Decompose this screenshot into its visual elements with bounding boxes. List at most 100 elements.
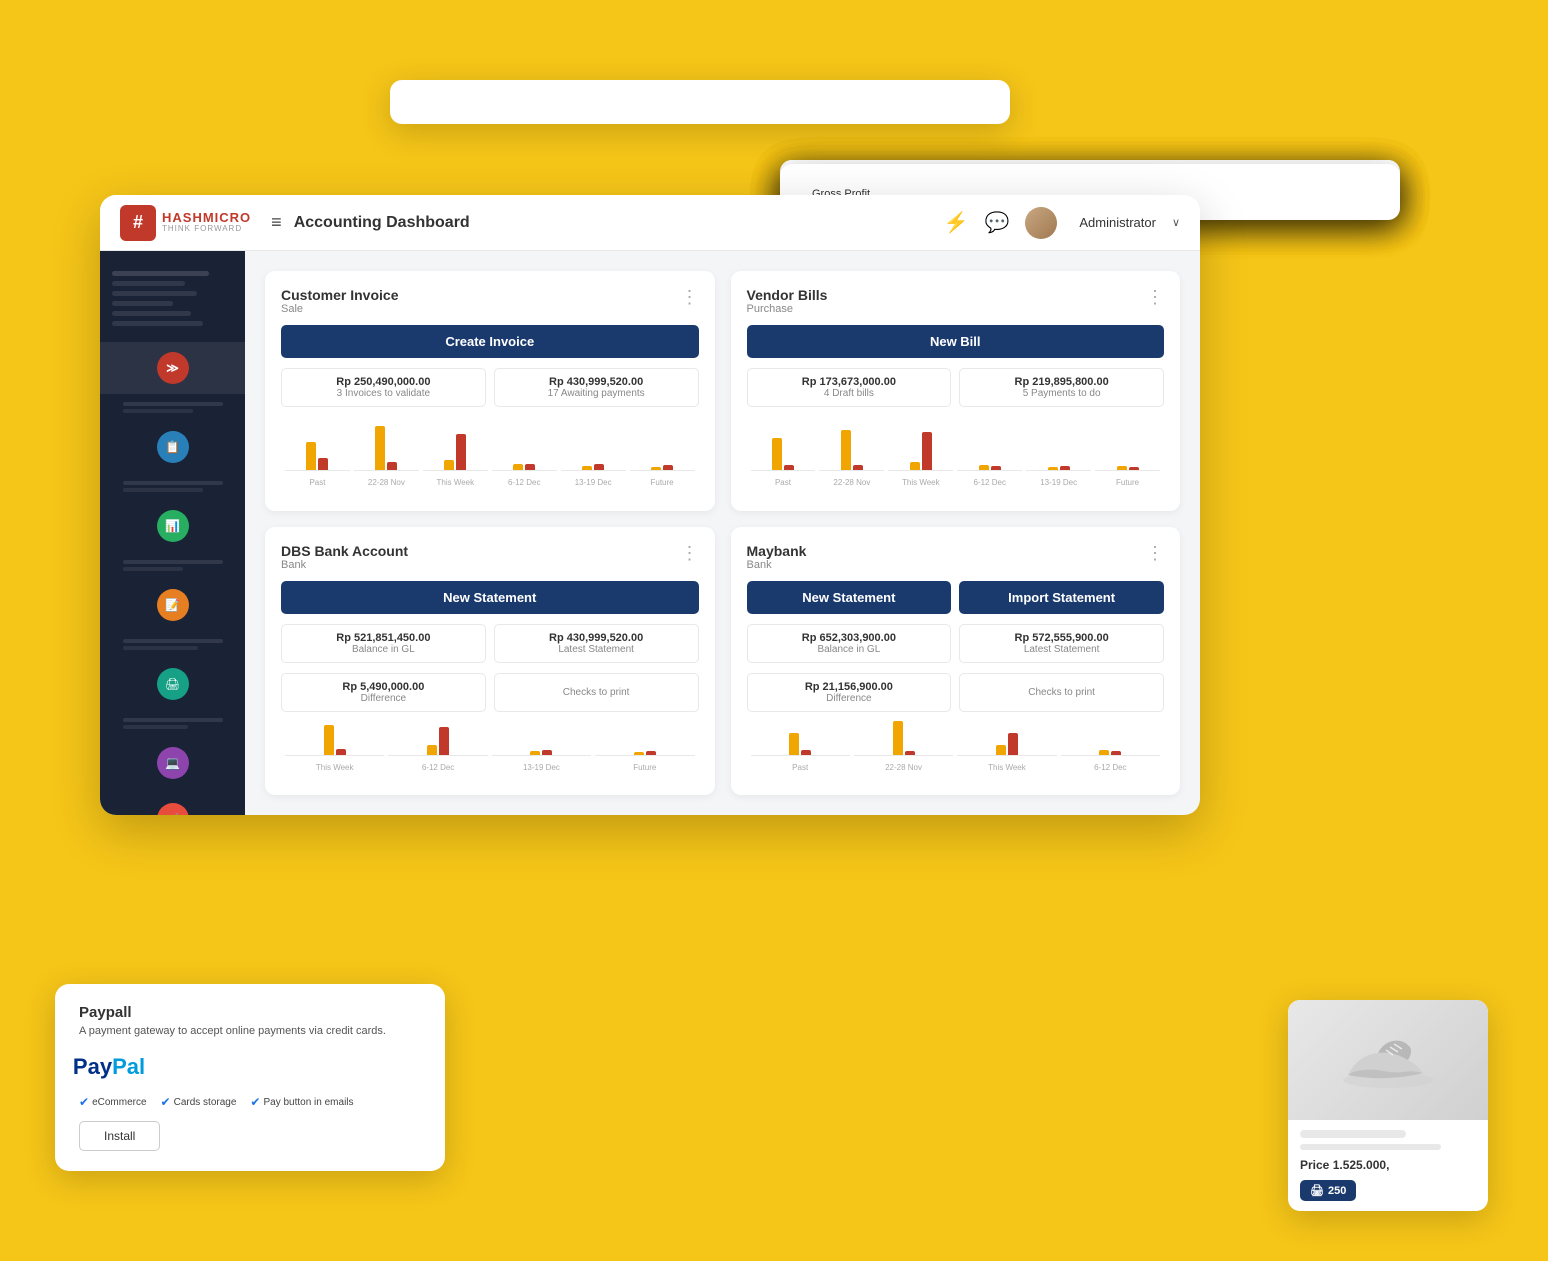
chart-divider-dec13	[561, 470, 626, 471]
menu-line-2	[112, 281, 185, 286]
product-details: Price 1.525.000, 🖨 250	[1288, 1120, 1488, 1211]
maybank-header: Maybank Bank ⋮	[747, 543, 1165, 571]
product-card: Price 1.525.000, 🖨 250	[1288, 1000, 1488, 1211]
payments-to-do-box: Rp 219,895,800.00 5 Payments to do	[959, 368, 1164, 407]
product-image	[1288, 1000, 1488, 1120]
paypal-logo-light: Pal	[112, 1054, 145, 1079]
dbs-stats-row2: Rp 5,490,000.00 Difference Checks to pri…	[281, 673, 699, 712]
maybank-import-statement-button[interactable]: Import Statement	[959, 581, 1164, 614]
dbs-bar-red-dec6	[439, 727, 449, 755]
maybank-menu[interactable]: ⋮	[1146, 543, 1164, 564]
maybank-checks-label: Checks to print	[970, 687, 1153, 698]
sidebar-item-reports[interactable]: 📊	[100, 500, 245, 552]
vendor-bills-header: Vendor Bills Purchase ⋮	[747, 287, 1165, 315]
chat-icon[interactable]: 💬	[984, 210, 1009, 235]
vb-bar-red-thisweek	[922, 432, 932, 470]
menu-icon[interactable]: ≡	[271, 212, 282, 233]
dbs-chart-group-dec13: 13-19 Dec	[492, 750, 591, 772]
sidebar-item-dashboard[interactable]: ≫	[100, 342, 245, 394]
vb-chart-divider-future	[1095, 470, 1160, 471]
check-icon-cards: ✔	[161, 1095, 171, 1109]
vb-chart-divider-nov	[819, 470, 884, 471]
mb-chart-group-nov: 22-28 Nov	[854, 721, 953, 772]
product-bar-2	[1300, 1144, 1441, 1150]
vb-chart-label-past: Past	[775, 478, 791, 487]
avatar[interactable]	[1025, 207, 1057, 239]
chart-group-nov: 22-28 Nov	[354, 426, 419, 487]
dbs-new-statement-button[interactable]: New Statement	[281, 581, 699, 614]
sidebar-item-settings[interactable]: 💻	[100, 737, 245, 789]
dbs-chart-group-thisweek: This Week	[285, 725, 384, 772]
vb-chart-bars-thisweek	[910, 432, 932, 470]
dbs-balance-box: Rp 521,851,450.00 Balance in GL	[281, 624, 486, 663]
admin-chevron[interactable]: ∨	[1172, 216, 1180, 229]
dbs-latest-statement-box: Rp 430,999,520.00 Latest Statement	[494, 624, 699, 663]
maybank-balance-box: Rp 652,303,900.00 Balance in GL	[747, 624, 952, 663]
dbs-latest-label: Latest Statement	[505, 644, 688, 655]
mb-chart-divider-nov	[854, 755, 953, 756]
maybank-new-statement-button[interactable]: New Statement	[747, 581, 952, 614]
bolt-icon[interactable]: ⚡	[944, 210, 969, 235]
maybank-stats-row2: Rp 21,156,900.00 Difference Checks to pr…	[747, 673, 1165, 712]
mb-chart-divider-past	[751, 755, 850, 756]
nav-icons: ⚡ 💬 Administrator ∨	[944, 207, 1180, 239]
settings-icon: 💻	[165, 756, 180, 770]
maybank-difference-amount: Rp 21,156,900.00	[758, 681, 941, 693]
customer-invoice-sub: Sale	[281, 303, 398, 315]
sidebar-sub-lines-2	[115, 477, 231, 496]
customer-invoice-stats: Rp 250,490,000.00 3 Invoices to validate…	[281, 368, 699, 407]
sidebar-sub-lines-1	[115, 398, 231, 417]
mb-chart-bars-past	[789, 733, 811, 755]
chart-label-dec13: 13-19 Dec	[575, 478, 612, 487]
mb-bar-gold-past	[789, 733, 799, 755]
menu-line-4	[112, 301, 173, 306]
chart-icon: 📊	[165, 519, 180, 533]
dbs-chart-group-dec6: 6-12 Dec	[388, 727, 487, 772]
menu-line-6	[112, 321, 203, 326]
bar-gold-past	[306, 442, 316, 470]
vendor-bills-menu[interactable]: ⋮	[1146, 287, 1164, 308]
sidebar-item-invoices[interactable]: 📋	[100, 421, 245, 473]
brand-sub: THINK FORWARD	[162, 225, 251, 234]
logo-hash: #	[133, 212, 143, 233]
customer-invoice-header: Customer Invoice Sale ⋮	[281, 287, 699, 315]
paypal-title: Paypall	[79, 1004, 421, 1021]
dbs-chart-divider-dec6	[388, 755, 487, 756]
mb-chart-label-nov: 22-28 Nov	[885, 763, 922, 772]
avatar-image	[1025, 207, 1057, 239]
chart-group-dec13: 13-19 Dec	[561, 464, 626, 487]
chart-label-past: Past	[309, 478, 325, 487]
dbs-balance-label: Balance in GL	[292, 644, 475, 655]
bar-red-nov	[387, 462, 397, 470]
customer-invoice-menu[interactable]: ⋮	[681, 287, 699, 308]
dbs-title-group: DBS Bank Account Bank	[281, 543, 408, 571]
create-invoice-button[interactable]: Create Invoice	[281, 325, 699, 358]
vb-chart-group-dec13: 13-19 Dec	[1026, 466, 1091, 487]
vb-chart-divider-dec6	[957, 470, 1022, 471]
check-icon-paybtn: ✔	[250, 1095, 260, 1109]
sidebar-item-shop[interactable]: 🛒	[100, 793, 245, 815]
chart-group-dec6: 6-12 Dec	[492, 464, 557, 487]
vb-bar-gold-thisweek	[910, 462, 920, 470]
menu-line-1	[112, 271, 209, 276]
sidebar-sub-lines-4	[115, 635, 231, 654]
invoice-icon: 📋	[165, 440, 180, 454]
sidebar-icon-bills: 📝	[157, 589, 189, 621]
dbs-menu[interactable]: ⋮	[681, 543, 699, 564]
sidebar-item-print[interactable]: 🖨	[100, 658, 245, 710]
vb-bar-gold-nov	[841, 430, 851, 470]
dbs-chart: This Week 6-12 Dec	[281, 722, 699, 772]
sidebar-item-bills[interactable]: 📝	[100, 579, 245, 631]
invoices-to-validate-amount: Rp 250,490,000.00	[292, 376, 475, 388]
vendor-bills-chart: Past 22-28 Nov	[747, 417, 1165, 487]
chart-label-future: Future	[651, 478, 674, 487]
chart-bars-past	[306, 442, 328, 470]
bar-gold-thisweek	[444, 460, 454, 470]
new-bill-button[interactable]: New Bill	[747, 325, 1165, 358]
dbs-title: DBS Bank Account	[281, 543, 408, 559]
maybank-stats-row1: Rp 652,303,900.00 Balance in GL Rp 572,5…	[747, 624, 1165, 663]
draft-bills-box: Rp 173,673,000.00 4 Draft bills	[747, 368, 952, 407]
payments-to-do-amount: Rp 219,895,800.00	[970, 376, 1153, 388]
paypal-install-button[interactable]: Install	[79, 1121, 160, 1151]
paypal-description: A payment gateway to accept online payme…	[79, 1025, 421, 1037]
